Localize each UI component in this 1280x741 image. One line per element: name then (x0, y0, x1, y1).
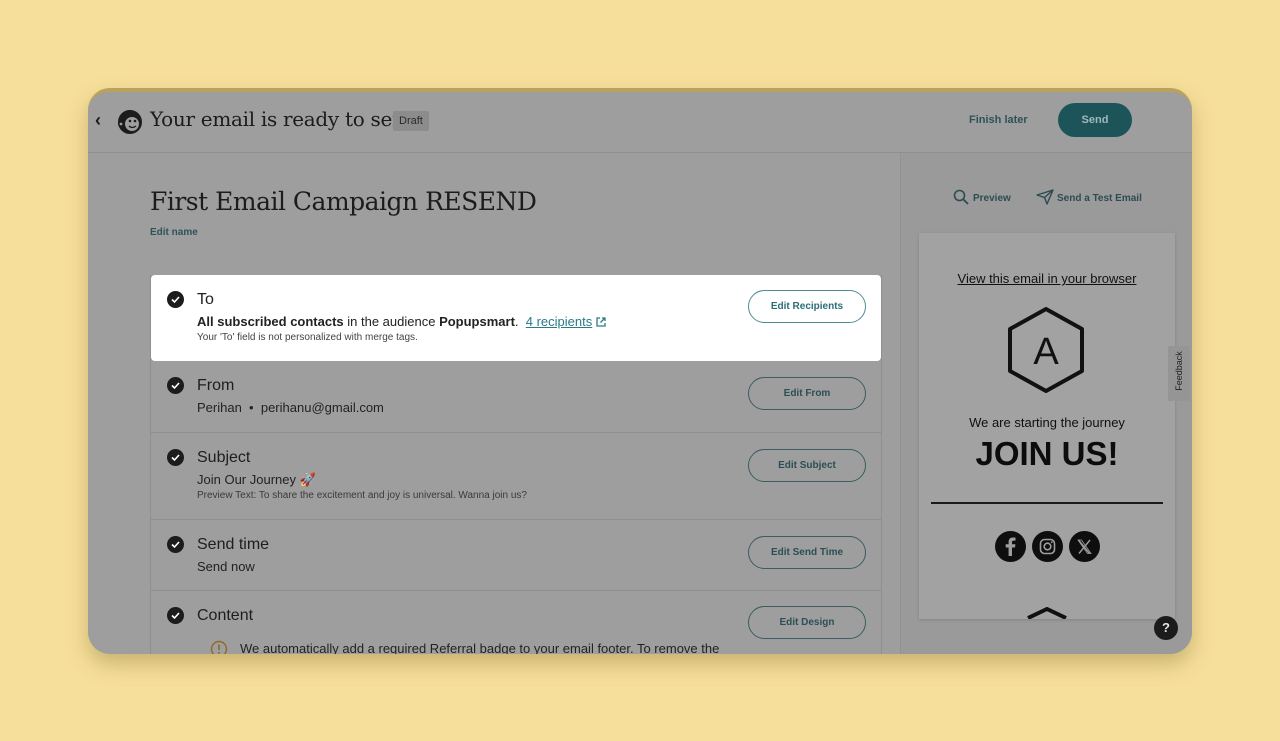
recipients-summary: All subscribed contacts in the audience … (197, 314, 607, 329)
send-test-email-button[interactable]: Send a Test Email (1036, 189, 1142, 205)
subject-line: Join Our Journey 🚀 (197, 472, 316, 487)
email-headline: JOIN US! (975, 435, 1119, 472)
sender-name: Perihan (197, 400, 242, 415)
page-heading: Your email is ready to send! (150, 107, 425, 131)
app-window: ‹ Your email is ready to send! Draft Fin… (88, 88, 1192, 654)
instagram-icon[interactable] (1032, 531, 1063, 562)
recipients-link[interactable]: 4 recipients (526, 314, 592, 329)
checklist-item-content: Content We automatically add a required … (151, 591, 881, 654)
checklist-item-to: To All subscribed contacts in the audien… (151, 275, 881, 361)
main-panel: First Email Campaign RESEND Edit name To… (88, 153, 900, 654)
sender-info: Perihan • perihanu@gmail.com (197, 400, 384, 415)
item-title: Subject (197, 449, 251, 466)
back-chevron-icon[interactable]: ‹ (95, 110, 109, 130)
feedback-tab[interactable]: Feedback (1168, 346, 1190, 401)
check-circle-icon (167, 291, 184, 308)
edit-recipients-button[interactable]: Edit Recipients (748, 290, 866, 323)
brand-logo-hexagon: A (1008, 307, 1084, 393)
top-bar: ‹ Your email is ready to send! Draft Fin… (88, 92, 1192, 153)
footer-logo-hexagon (1027, 607, 1067, 619)
external-link-icon[interactable] (595, 316, 607, 328)
separator-dot: • (249, 400, 254, 415)
preview-sidebar: Preview Send a Test Email View this emai… (900, 153, 1192, 654)
check-circle-icon (167, 449, 184, 466)
item-title: Send time (197, 536, 270, 553)
check-circle-icon (167, 607, 184, 624)
referral-badge-notice: We automatically add a required Referral… (240, 641, 720, 654)
summary-end: . (514, 314, 519, 329)
merge-tag-note: Your 'To' field is not personalized with… (197, 332, 418, 343)
feedback-label: Feedback (1174, 351, 1184, 391)
send-time-value: Send now (197, 559, 255, 574)
edit-subject-button[interactable]: Edit Subject (748, 449, 866, 482)
paper-plane-icon (1036, 189, 1054, 205)
edit-from-button[interactable]: Edit From (748, 377, 866, 410)
email-preview: View this email in your browser A We are… (919, 233, 1175, 619)
send-button[interactable]: Send (1058, 103, 1132, 137)
campaign-title: First Email Campaign RESEND (150, 187, 537, 216)
preview-button[interactable]: Preview (953, 189, 1011, 205)
summary-text: in the audience (343, 314, 440, 329)
preview-label: Preview (973, 193, 1011, 204)
email-divider (931, 502, 1163, 504)
mailchimp-logo-icon (118, 110, 142, 134)
edit-send-time-button[interactable]: Edit Send Time (748, 536, 866, 569)
view-in-browser-link[interactable]: View this email in your browser (919, 271, 1175, 286)
preview-text: Preview Text: To share the excitement an… (197, 490, 527, 501)
social-links (995, 531, 1100, 563)
item-title: From (197, 377, 235, 394)
status-badge: Draft (393, 111, 429, 131)
audience-segment: All subscribed contacts (197, 314, 344, 329)
audience-name: Popupsmart (439, 314, 515, 329)
finish-later-button[interactable]: Finish later (969, 114, 1028, 126)
check-circle-icon (167, 536, 184, 553)
checklist-item-send-time: Send time Send now Edit Send Time (151, 520, 881, 591)
facebook-icon[interactable] (995, 531, 1026, 562)
item-title: Content (197, 607, 254, 624)
checklist-item-subject: Subject Join Our Journey 🚀 Preview Text:… (151, 433, 881, 520)
x-icon[interactable] (1069, 531, 1100, 562)
item-title: To (197, 291, 214, 308)
checklist-item-from: From Perihan • perihanu@gmail.com Edit F… (151, 361, 881, 433)
campaign-checklist: To All subscribed contacts in the audien… (150, 275, 882, 654)
sender-email: perihanu@gmail.com (260, 400, 384, 415)
edit-design-button[interactable]: Edit Design (748, 606, 866, 639)
edit-name-link[interactable]: Edit name (150, 227, 198, 238)
check-circle-icon (167, 377, 184, 394)
email-tagline: We are starting the journey (969, 415, 1125, 430)
search-icon (953, 189, 969, 205)
warning-icon (210, 640, 228, 654)
send-test-label: Send a Test Email (1057, 193, 1142, 204)
logo-letter: A (1033, 331, 1059, 373)
help-button[interactable]: ? (1154, 616, 1178, 640)
